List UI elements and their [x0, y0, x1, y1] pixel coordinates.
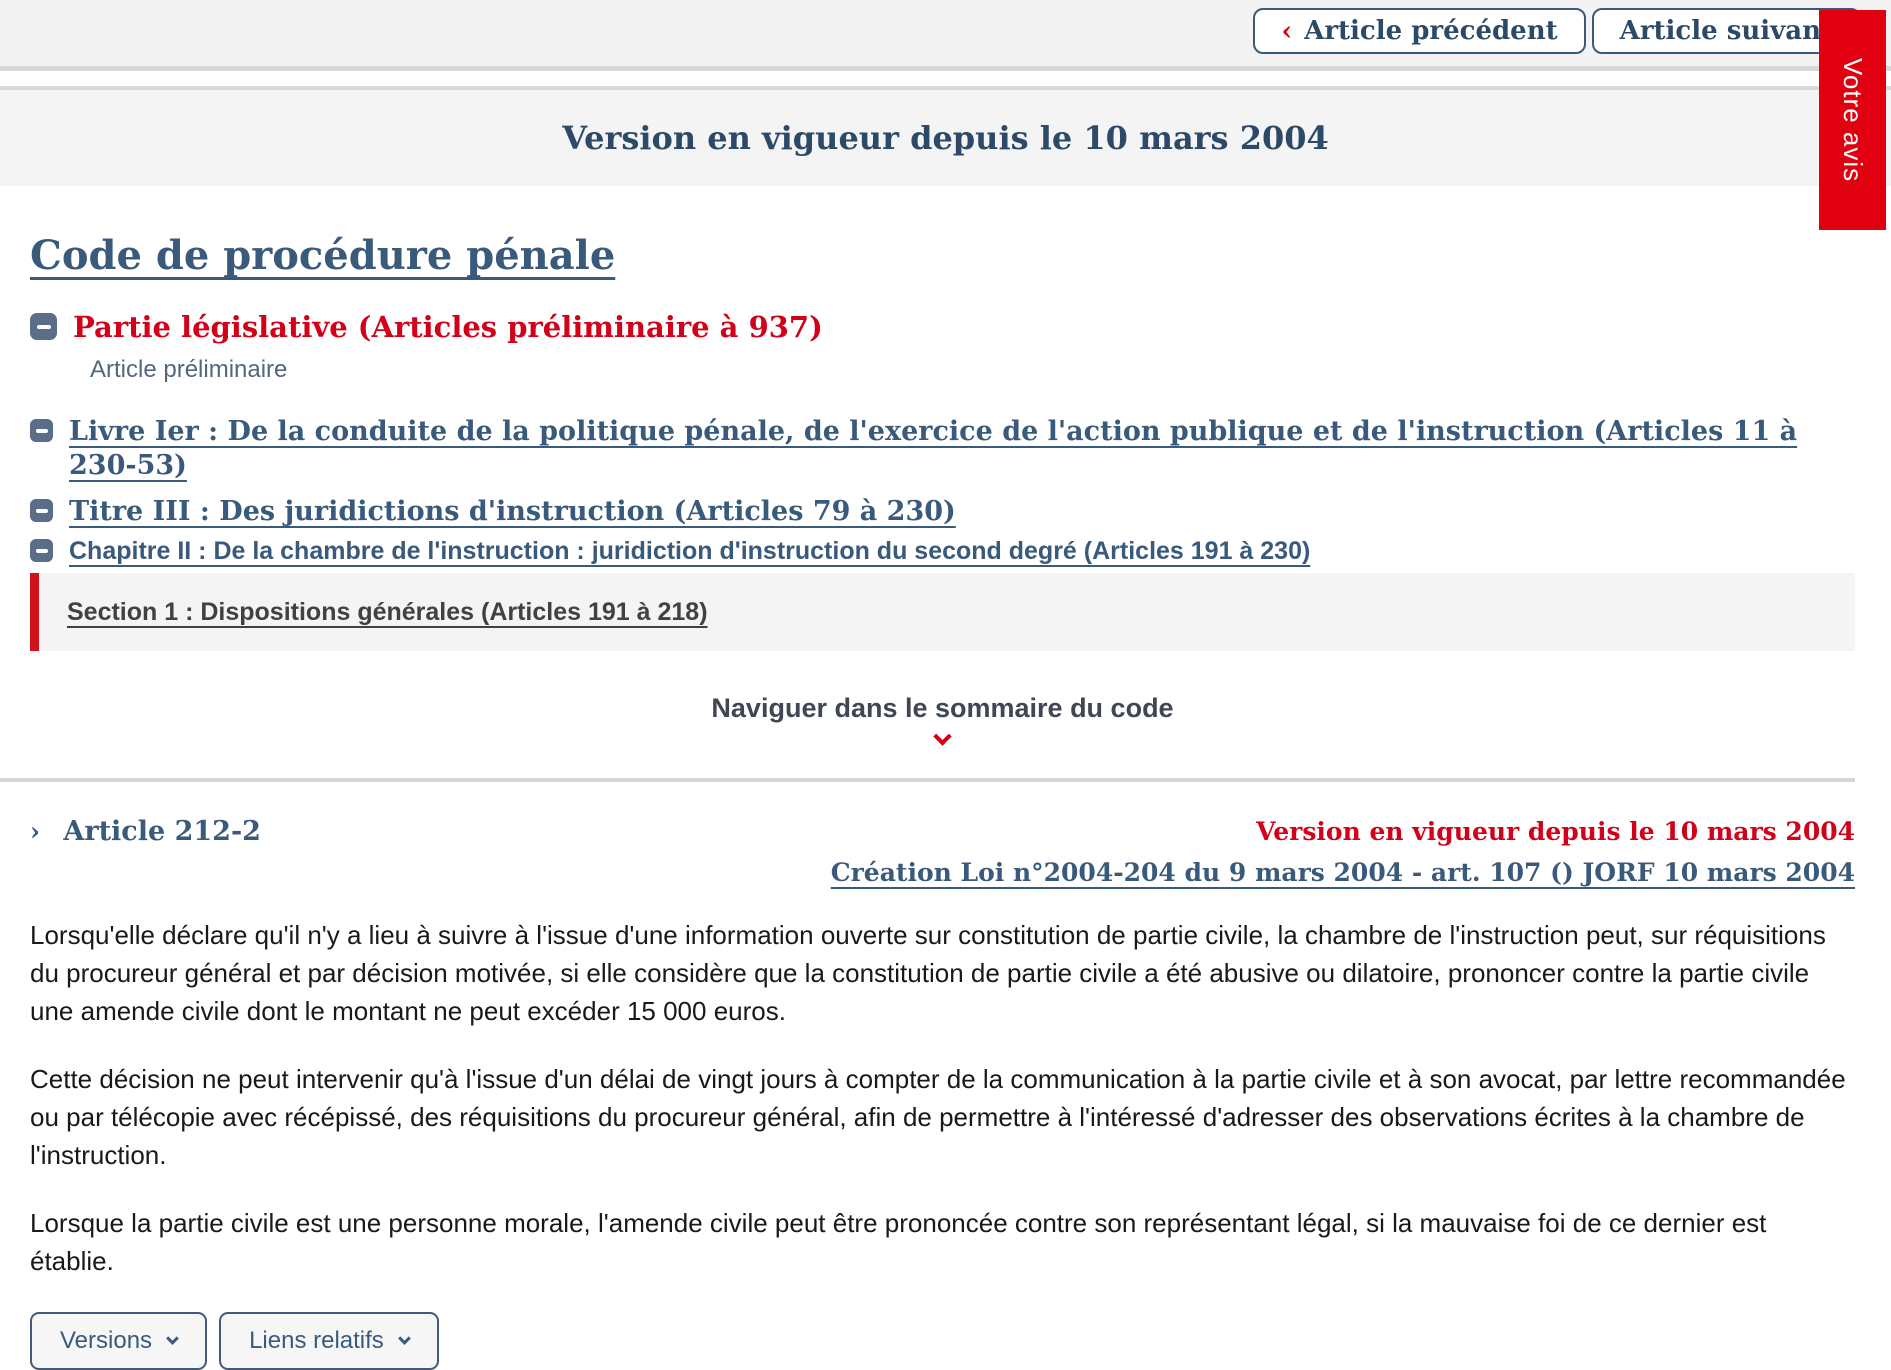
tree-link-partie[interactable]: Partie législative (Articles préliminair…	[73, 309, 823, 345]
article-header: › Article 212-2 Version en vigueur depui…	[30, 814, 1855, 850]
summary-nav-label: Naviguer dans le sommaire du code	[30, 693, 1855, 724]
versions-dropdown-button[interactable]: Versions	[30, 1312, 207, 1370]
liens-relatifs-label: Liens relatifs	[249, 1327, 384, 1355]
article-title: › Article 212-2	[30, 814, 261, 850]
tree-row-titre: Titre III : Des juridictions d'instructi…	[30, 495, 1855, 529]
feedback-tab[interactable]: Votre avis	[1819, 10, 1886, 230]
tree-link-livre[interactable]: Livre Ier : De la conduite de la politiq…	[69, 415, 1855, 483]
section-highlight-bar: Section 1 : Dispositions générales (Arti…	[30, 573, 1855, 651]
divider	[0, 778, 1855, 782]
section-link[interactable]: Section 1 : Dispositions générales (Arti…	[67, 598, 708, 627]
article-paragraph: Lorsqu'elle déclare qu'il n'y a lieu à s…	[30, 916, 1855, 1030]
version-banner-text: Version en vigueur depuis le 10 mars 200…	[562, 119, 1329, 157]
minus-bar	[36, 549, 48, 553]
previous-article-button[interactable]: ‹ Article précédent	[1253, 8, 1585, 54]
code-title-link[interactable]: Code de procédure pénale	[30, 232, 615, 279]
article-actions: Versions Liens relatifs	[30, 1312, 1855, 1370]
collapse-minus-icon[interactable]	[30, 499, 53, 522]
next-article-label: Article suivant	[1620, 16, 1833, 46]
creation-law-link[interactable]: Création Loi n°2004-204 du 9 mars 2004 -…	[831, 858, 1855, 887]
previous-article-label: Article précédent	[1304, 16, 1558, 46]
top-toolbar: ‹ Article précédent Article suivant	[0, 0, 1891, 66]
feedback-tab-label: Votre avis	[1837, 58, 1868, 182]
chevron-down-icon	[933, 727, 951, 745]
version-banner: Version en vigueur depuis le 10 mars 200…	[0, 90, 1891, 186]
article-paragraph: Cette décision ne peut intervenir qu'à l…	[30, 1060, 1855, 1174]
chevron-down-icon	[398, 1332, 411, 1345]
tree-row-chapitre: Chapitre II : De la chambre de l'instruc…	[30, 535, 1855, 567]
minus-bar	[36, 509, 48, 513]
article-body: Lorsqu'elle déclare qu'il n'y a lieu à s…	[30, 916, 1855, 1280]
article-paragraph: Lorsque la partie civile est une personn…	[30, 1204, 1855, 1280]
chevron-right-icon: ›	[30, 817, 40, 846]
summary-nav-toggle[interactable]: Naviguer dans le sommaire du code	[30, 693, 1855, 748]
article-version-label: Version en vigueur depuis le 10 mars 200…	[1256, 817, 1855, 846]
collapse-minus-icon[interactable]	[30, 313, 57, 340]
collapse-minus-icon[interactable]	[30, 419, 53, 442]
tree-link-titre[interactable]: Titre III : Des juridictions d'instructi…	[69, 495, 956, 529]
minus-bar	[37, 325, 51, 329]
tree-link-chapitre[interactable]: Chapitre II : De la chambre de l'instruc…	[69, 535, 1310, 567]
versions-label: Versions	[60, 1327, 152, 1355]
main-content: Code de procédure pénale Partie législat…	[0, 186, 1891, 1370]
chevron-down-icon	[166, 1332, 179, 1345]
creation-line: Création Loi n°2004-204 du 9 mars 2004 -…	[30, 856, 1855, 890]
chevron-left-icon: ‹	[1281, 16, 1292, 47]
tree-link-article-preliminaire[interactable]: Article préliminaire	[90, 355, 1855, 385]
liens-relatifs-dropdown-button[interactable]: Liens relatifs	[219, 1312, 439, 1370]
tree-row-livre: Livre Ier : De la conduite de la politiq…	[30, 415, 1855, 483]
tree-row-partie: Partie législative (Articles préliminair…	[30, 309, 1855, 345]
collapse-minus-icon[interactable]	[30, 539, 53, 562]
divider	[0, 66, 1891, 71]
minus-bar	[36, 429, 48, 433]
article-number: Article 212-2	[63, 816, 261, 847]
